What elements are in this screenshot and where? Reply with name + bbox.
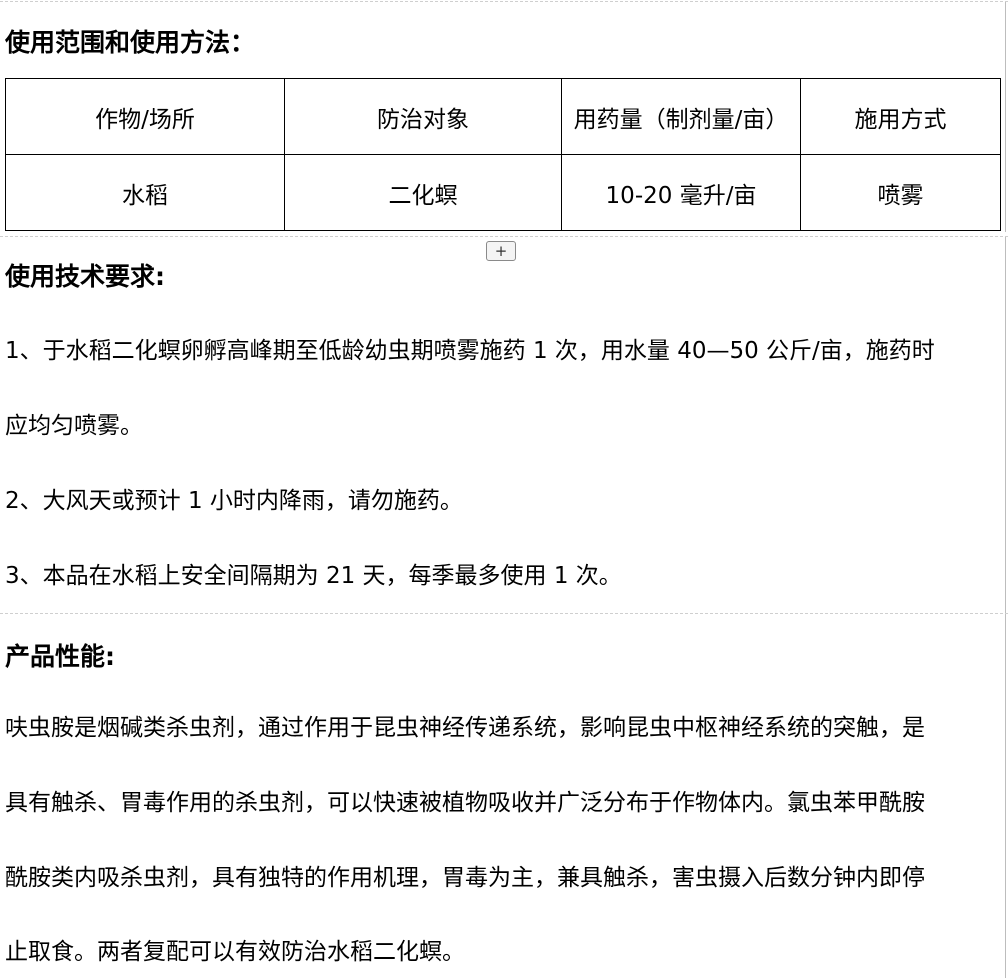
tech-requirements-line: 3、本品在水稻上安全间隔期为 21 天，每季最多使用 1 次。 [5, 563, 622, 589]
usage-heading: 使用范围和使用方法： [5, 28, 256, 57]
table-header-cell: 作物/场所 [5, 78, 285, 155]
product-performance-line: 具有触杀、胃毒作用的杀虫剂，可以快速被植物吸收并广泛分布于作物体内。氯虫苯甲酰胺 [5, 790, 925, 816]
product-performance-line: 酰胺类内吸杀虫剂，具有独特的作用机理，胃毒为主，兼具触杀，害虫摄入后数分钟内即停 [5, 865, 925, 891]
tech-requirements-line: 应均匀喷雾。 [5, 413, 143, 439]
block-edge-rule [1005, 237, 1006, 613]
table-row: 水稻 二化螟 10-20 毫升/亩 喷雾 [5, 154, 1001, 231]
product-performance-line: 止取食。两者复配可以有效防治水稻二化螟。 [5, 939, 465, 965]
block-divider [0, 236, 1008, 237]
table-header-cell: 防治对象 [284, 78, 562, 155]
document-page: 使用范围和使用方法： 作物/场所 防治对象 用药量（制剂量/亩） 施用方式 水稻… [0, 0, 1008, 978]
table-cell: 10-20 毫升/亩 [561, 154, 801, 231]
block-divider [0, 613, 1008, 614]
table-cell: 二化螟 [284, 154, 562, 231]
usage-table: 作物/场所 防治对象 用药量（制剂量/亩） 施用方式 水稻 二化螟 10-20 … [5, 78, 1001, 231]
block-edge-rule [1005, 614, 1006, 978]
product-performance-line: 呋虫胺是烟碱类杀虫剂，通过作用于昆虫神经传递系统，影响昆虫中枢神经系统的突触，是 [5, 715, 925, 741]
table-header-row: 作物/场所 防治对象 用药量（制剂量/亩） 施用方式 [5, 78, 1001, 155]
tech-requirements-line: 1、于水稻二化螟卵孵高峰期至低龄幼虫期喷雾施药 1 次，用水量 40—50 公斤… [5, 338, 935, 364]
table-header-cell: 用药量（制剂量/亩） [561, 78, 801, 155]
add-row-button[interactable]: + [486, 241, 516, 261]
table-header-cell: 施用方式 [800, 78, 1001, 155]
table-cell: 喷雾 [800, 154, 1001, 231]
block-edge-rule [1005, 2, 1006, 232]
table-cell: 水稻 [5, 154, 285, 231]
block-divider [0, 1, 1008, 2]
tech-requirements-line: 2、大风天或预计 1 小时内降雨，请勿施药。 [5, 488, 463, 514]
product-performance-heading: 产品性能: [5, 642, 115, 671]
tech-requirements-heading: 使用技术要求: [5, 262, 165, 291]
